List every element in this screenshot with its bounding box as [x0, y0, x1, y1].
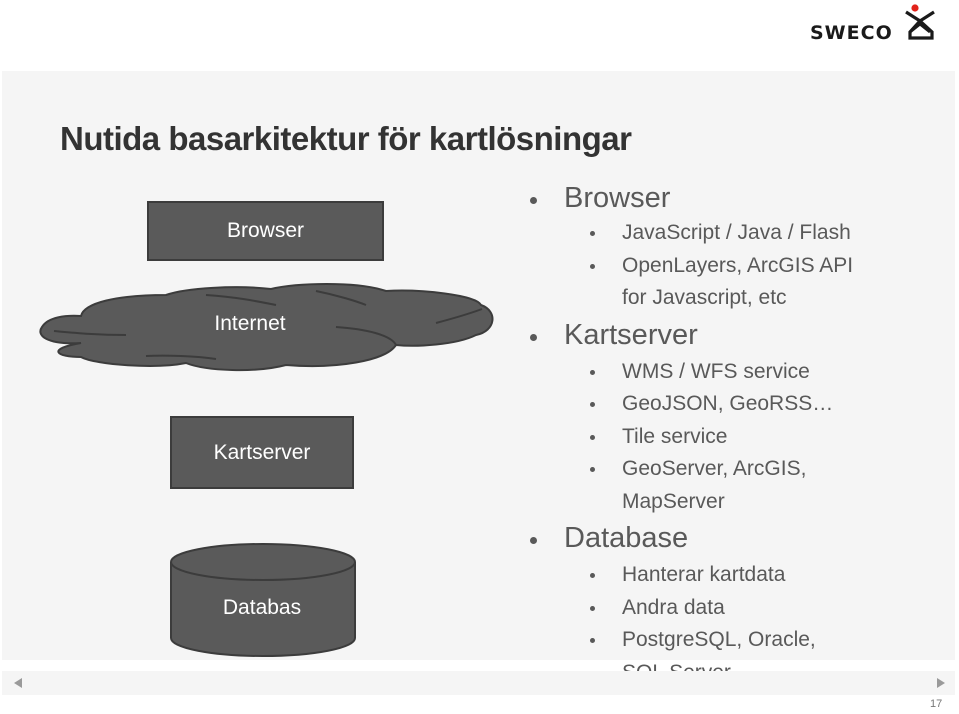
sub-bullet: OpenLayers, ArcGIS API — [525, 250, 853, 283]
bullet-kartserver: Kartserver — [525, 317, 853, 354]
kartserver-box-label: Kartserver — [213, 440, 311, 464]
bullet-dot-icon — [590, 467, 595, 472]
kartserver-box: Kartserver — [170, 416, 354, 489]
bullet-database: Database — [525, 520, 853, 557]
sweco-logo: SWECO — [808, 4, 938, 44]
bullet-dot-icon — [590, 263, 595, 269]
bullet-dot-icon — [590, 573, 595, 578]
bullet-dot-icon — [590, 434, 595, 440]
sub-bullet: Andra data — [525, 592, 853, 625]
sub-bullet: WMS / WFS service — [525, 356, 853, 389]
sub-bullet: PostgreSQL, Oracle, — [525, 624, 853, 657]
sub-bullet-continuation: for Javascript, etc — [622, 286, 787, 309]
bullet-dot-icon — [590, 402, 595, 407]
logo-wordmark: SWECO — [810, 22, 893, 44]
browser-box: Browser — [147, 201, 384, 261]
slide-navigation-bar — [2, 671, 955, 695]
internet-label: Internet — [214, 312, 286, 335]
bullet-list: Browser JavaScript / Java / Flash OpenLa… — [525, 180, 853, 689]
bullet-browser: Browser — [525, 180, 853, 217]
bullet-dot-icon — [590, 231, 595, 236]
slide-title: Nutida basarkitektur för kartlösningar — [60, 120, 632, 157]
sub-bullet: Hanterar kartdata — [525, 559, 853, 592]
triangle-right-icon[interactable] — [937, 678, 945, 688]
sub-bullet: GeoJSON, GeoRSS… — [525, 388, 853, 421]
bullet-dot-icon — [590, 638, 595, 643]
bullet-dot-icon — [590, 605, 595, 611]
sub-bullet: GeoServer, ArcGIS, — [525, 453, 853, 486]
bullet-dot-icon — [590, 369, 595, 375]
sub-bullet: Tile service — [525, 421, 853, 454]
sweco-figure-icon — [905, 4, 935, 40]
database-label: Databas — [222, 596, 302, 619]
browser-box-label: Browser — [226, 219, 305, 242]
page-number: 17 — [930, 698, 943, 710]
triangle-left-icon[interactable] — [14, 678, 22, 688]
sub-bullet: JavaScript / Java / Flash — [525, 217, 853, 250]
sub-bullet-continuation: MapServer — [622, 489, 725, 513]
